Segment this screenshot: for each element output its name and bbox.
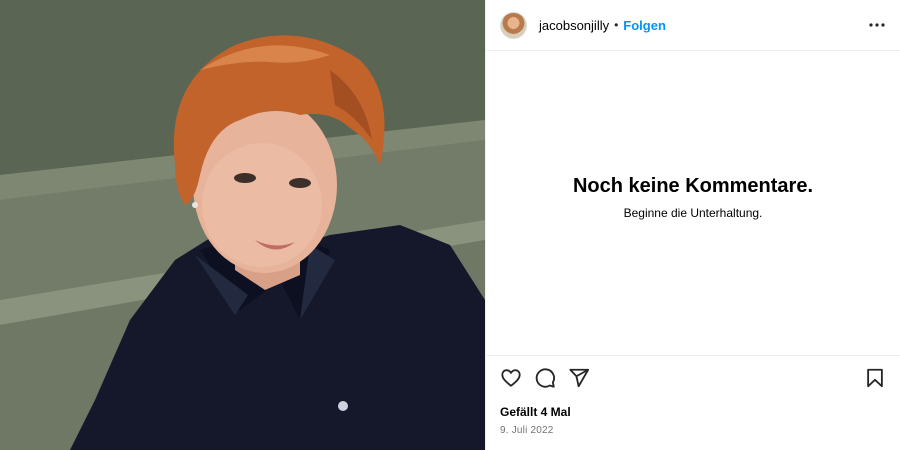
no-comments-title: Noch keine Kommentare.	[572, 174, 814, 197]
instagram-post-dialog: jacobsonjilly • Folgen Noch keine Kommen…	[0, 0, 900, 450]
post-date[interactable]: 9. Juli 2022	[486, 419, 900, 450]
likes-count[interactable]: Gefällt 4 Mal	[486, 399, 900, 419]
comment-icon[interactable]	[532, 365, 558, 391]
paper-plane-icon[interactable]	[566, 365, 592, 391]
no-comments-subtitle: Beginne die Unterhaltung.	[623, 205, 763, 220]
post-header: jacobsonjilly • Folgen	[486, 0, 900, 51]
author-avatar[interactable]	[500, 11, 527, 39]
post-action-bar	[486, 355, 900, 399]
more-options-icon[interactable]	[866, 14, 888, 36]
header-separator: •	[614, 18, 619, 32]
comments-area: Noch keine Kommentare. Beginne die Unter…	[486, 51, 900, 355]
post-side-panel: jacobsonjilly • Folgen Noch keine Kommen…	[485, 0, 900, 450]
post-image[interactable]	[0, 0, 485, 450]
heart-icon[interactable]	[498, 365, 524, 391]
author-username[interactable]: jacobsonjilly	[539, 18, 609, 33]
post-photo-illustration	[0, 0, 485, 450]
bookmark-icon[interactable]	[862, 365, 888, 391]
follow-button[interactable]: Folgen	[623, 18, 666, 33]
